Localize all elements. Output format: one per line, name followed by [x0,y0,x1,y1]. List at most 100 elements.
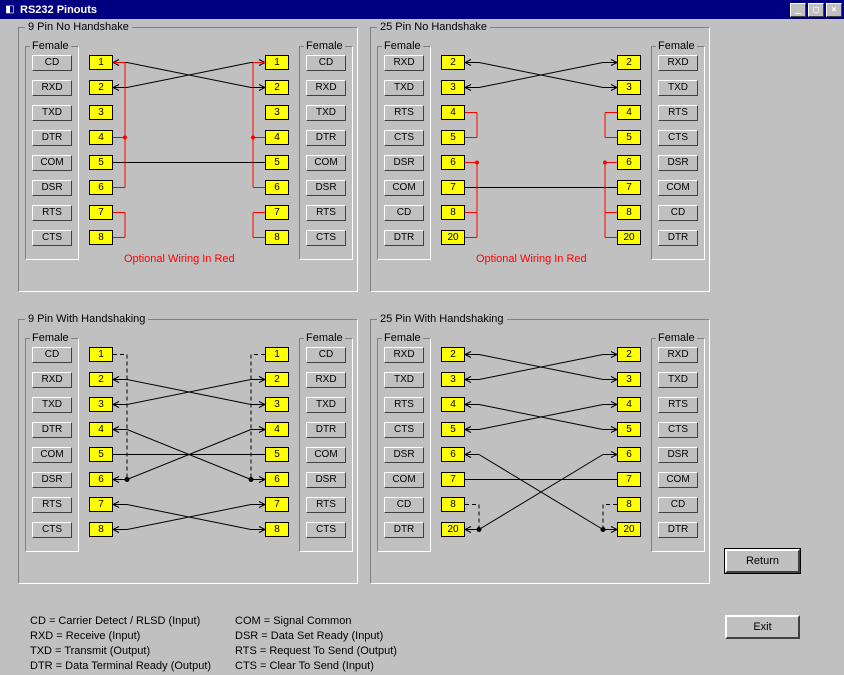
signal-left-rts: RTS [32,497,72,513]
group-group2: 25 Pin No HandshakeFemaleFemaleRXDRXD22T… [370,27,710,292]
close-button[interactable]: × [826,3,842,17]
pin-left-4: 4 [441,397,465,412]
connector-lab_left: Female [25,46,79,260]
pin-right-3: 3 [265,397,289,412]
signal-left-rts: RTS [32,205,72,221]
signal-left-txd: TXD [384,80,424,96]
legend-line: DTR = Data Terminal Ready (Output) [30,659,211,674]
signal-right-dsr: DSR [658,155,698,171]
signal-right-com: COM [658,472,698,488]
signal-right-com: COM [306,447,346,463]
signal-left-com: COM [32,155,72,171]
signal-right-rxd: RXD [658,55,698,71]
group-title: 25 Pin With Handshaking [377,313,507,325]
legend-line: RTS = Request To Send (Output) [235,644,397,659]
legend-line: RXD = Receive (Input) [30,629,211,644]
connector-lab_right: Female [299,46,353,260]
legend-line: CD = Carrier Detect / RLSD (Input) [30,614,211,629]
signal-left-txd: TXD [32,397,72,413]
signal-left-cd: CD [32,55,72,71]
pin-right-5: 5 [265,447,289,462]
pin-right-8: 8 [617,205,641,220]
legend-line: DSR = Data Set Ready (Input) [235,629,397,644]
pin-left-1: 1 [89,347,113,362]
group-title: 9 Pin With Handshaking [25,313,148,325]
exit-button[interactable]: Exit [725,615,800,639]
signal-right-txd: TXD [658,372,698,388]
signal-right-cd: CD [658,497,698,513]
return-button[interactable]: Return [725,549,800,573]
pin-right-5: 5 [617,422,641,437]
signal-left-dtr: DTR [32,130,72,146]
connector-label: Female [30,40,71,52]
pin-left-6: 6 [89,472,113,487]
signal-left-txd: TXD [384,372,424,388]
optional-wiring-text: Optional Wiring In Red [476,253,587,265]
legend-col1: CD = Carrier Detect / RLSD (Input) RXD =… [30,614,211,674]
pin-left-5: 5 [441,422,465,437]
pin-right-7: 7 [617,472,641,487]
window-title: RS232 Pinouts [20,4,788,16]
pin-right-4: 4 [617,105,641,120]
group-group3: 9 Pin With HandshakingFemaleFemaleCDCD11… [18,319,358,584]
group-title: 25 Pin No Handshake [377,21,490,33]
pin-left-6: 6 [441,447,465,462]
signal-right-dtr: DTR [658,230,698,246]
signal-right-cd: CD [306,347,346,363]
pin-right-7: 7 [265,205,289,220]
group-title: 9 Pin No Handshake [25,21,132,33]
pin-left-8: 8 [89,230,113,245]
connector-label: Female [382,332,423,344]
signal-right-cts: CTS [306,230,346,246]
maximize-button[interactable]: □ [808,3,824,17]
connector-label: Female [304,332,345,344]
connector-label: Female [304,40,345,52]
legend-line: TXD = Transmit (Output) [30,644,211,659]
signal-right-dtr: DTR [306,422,346,438]
signal-left-cts: CTS [32,230,72,246]
pin-left-2: 2 [441,55,465,70]
signal-left-rxd: RXD [32,80,72,96]
pin-right-4: 4 [265,130,289,145]
pin-right-2: 2 [265,372,289,387]
minimize-button[interactable]: _ [790,3,806,17]
signal-left-dsr: DSR [384,155,424,171]
pin-right-1: 1 [265,347,289,362]
signal-right-rts: RTS [306,497,346,513]
signal-right-rxd: RXD [306,372,346,388]
pin-right-7: 7 [617,180,641,195]
pin-left-2: 2 [89,80,113,95]
signal-right-rxd: RXD [306,80,346,96]
signal-right-rts: RTS [306,205,346,221]
pin-right-20: 20 [617,522,641,537]
pin-right-6: 6 [617,447,641,462]
pin-left-4: 4 [441,105,465,120]
signal-left-cd: CD [384,205,424,221]
connector-lab_left: Female [25,338,79,552]
pin-right-2: 2 [265,80,289,95]
signal-right-com: COM [306,155,346,171]
pin-right-7: 7 [265,497,289,512]
legend-line: COM = Signal Common [235,614,397,629]
signal-right-dsr: DSR [658,447,698,463]
pin-left-5: 5 [441,130,465,145]
pin-right-5: 5 [265,155,289,170]
signal-left-dsr: DSR [32,472,72,488]
signal-left-dtr: DTR [384,522,424,538]
pin-left-7: 7 [441,472,465,487]
signal-left-cts: CTS [32,522,72,538]
signal-right-dsr: DSR [306,472,346,488]
pin-left-7: 7 [89,205,113,220]
legend-col2: COM = Signal Common DSR = Data Set Ready… [235,614,397,674]
signal-left-com: COM [32,447,72,463]
signal-right-cts: CTS [658,422,698,438]
signal-right-dtr: DTR [306,130,346,146]
pin-left-5: 5 [89,155,113,170]
signal-left-dtr: DTR [32,422,72,438]
app-icon: ◧ [2,2,18,18]
window-controls: _ □ × [788,3,842,17]
connector-label: Female [656,332,697,344]
pin-right-8: 8 [265,522,289,537]
signal-left-cd: CD [384,497,424,513]
pin-right-4: 4 [617,397,641,412]
